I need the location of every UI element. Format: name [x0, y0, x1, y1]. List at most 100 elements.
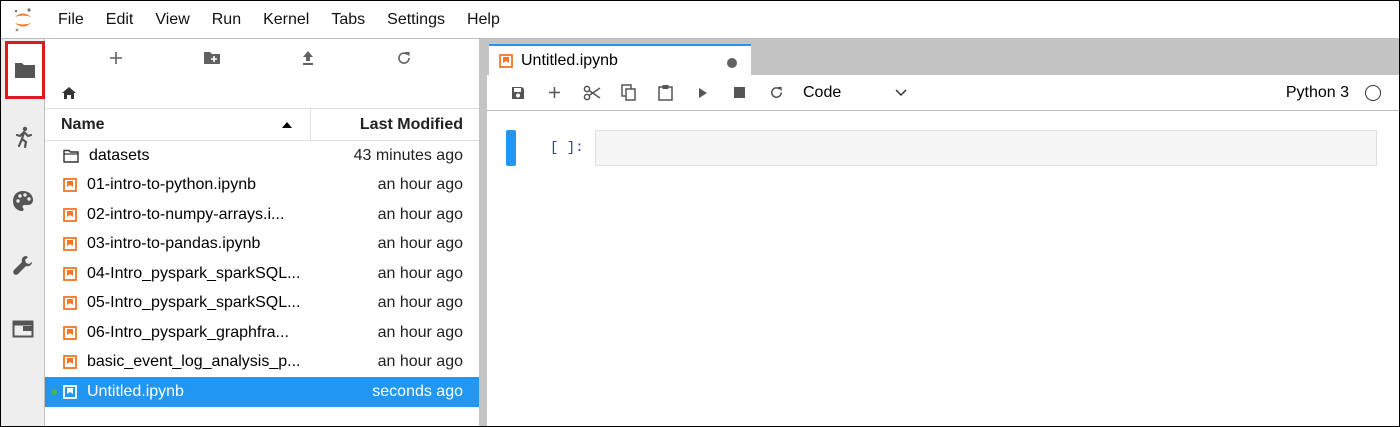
file-name-cell: 06-Intro_pyspark_graphfra... [45, 324, 311, 342]
file-name: 06-Intro_pyspark_graphfra... [87, 323, 289, 341]
menu-view[interactable]: View [144, 1, 200, 39]
file-browser-panel: Name Last Modified datasets 43 minutes ag… [45, 39, 479, 426]
paste-button[interactable] [647, 75, 684, 111]
file-modified: an hour ago [377, 235, 463, 253]
file-name: 02-intro-to-numpy-arrays.i... [87, 205, 285, 223]
save-button[interactable] [499, 75, 536, 111]
file-modified: an hour ago [377, 176, 463, 194]
open-tabs-tab-button[interactable] [1, 301, 45, 357]
restart-kernel-button[interactable] [758, 75, 795, 111]
file-row[interactable]: 05-Intro_pyspark_sparkSQL... an hour ago [45, 289, 479, 319]
running-icon [15, 126, 33, 148]
file-browser-tab-button[interactable] [5, 41, 45, 99]
file-listing-header: Name Last Modified [45, 109, 479, 141]
panel-splitter[interactable] [479, 39, 487, 426]
notebook-icon [63, 237, 77, 252]
file-name-cell: 01-intro-to-python.ipynb [45, 176, 311, 194]
file-name: datasets [89, 146, 150, 164]
notebook-icon [63, 296, 77, 311]
active-cell-indicator[interactable] [506, 130, 516, 166]
file-modified: an hour ago [377, 264, 463, 282]
menu-settings[interactable]: Settings [376, 1, 456, 39]
upload-button[interactable] [260, 39, 356, 77]
name-header-label: Name [61, 115, 105, 133]
file-row[interactable]: 01-intro-to-python.ipynb an hour ago [45, 171, 479, 201]
file-name: 01-intro-to-python.ipynb [87, 176, 256, 194]
menu-run[interactable]: Run [201, 1, 252, 39]
notebook-icon [63, 325, 77, 340]
menu-tabs[interactable]: Tabs [320, 1, 376, 39]
file-name-cell: 04-Intro_pyspark_sparkSQL... [45, 265, 311, 283]
home-icon[interactable] [61, 86, 77, 100]
themes-tab-button[interactable] [1, 173, 45, 229]
kernel-idle-status-icon [1365, 85, 1381, 101]
play-icon [698, 87, 707, 98]
file-name-cell: datasets [45, 147, 311, 165]
notebook-icon [63, 384, 77, 399]
file-row[interactable]: datasets 43 minutes ago [45, 141, 479, 171]
copy-icon [621, 84, 636, 101]
file-name: 04-Intro_pyspark_sparkSQL... [87, 264, 301, 282]
menu-kernel[interactable]: Kernel [252, 1, 320, 39]
menu-edit[interactable]: Edit [95, 1, 145, 39]
file-name-cell: 03-intro-to-pandas.ipynb [45, 235, 311, 253]
running-sessions-tab-button[interactable] [1, 109, 45, 165]
kernel-name[interactable]: Python 3 [1286, 84, 1349, 102]
scissors-icon [583, 85, 600, 100]
unsaved-changes-indicator[interactable] [727, 58, 737, 68]
run-cell-button[interactable] [684, 75, 721, 111]
file-name-cell: Untitled.ipynb [45, 383, 311, 401]
upload-icon [303, 51, 313, 65]
file-modified: an hour ago [377, 353, 463, 371]
file-listing: datasets 43 minutes ago 01-intro-to-python… [45, 141, 479, 407]
menu-file[interactable]: File [45, 1, 95, 39]
file-row[interactable]: Untitled.ipynb seconds ago [45, 377, 479, 407]
commands-tab-button[interactable] [1, 237, 45, 293]
file-name: Untitled.ipynb [87, 382, 184, 400]
name-column-header[interactable]: Name [45, 109, 311, 140]
tab-title: Untitled.ipynb [521, 52, 618, 69]
plus-icon [110, 52, 122, 64]
wrench-icon [13, 256, 32, 275]
breadcrumb [45, 77, 479, 109]
folder-icon [15, 63, 35, 78]
new-launcher-button[interactable] [68, 39, 164, 77]
cell-input-prompt: [ ]: [550, 140, 584, 156]
file-modified: an hour ago [377, 205, 463, 223]
file-name-cell: 05-Intro_pyspark_sparkSQL... [45, 294, 311, 312]
copy-button[interactable] [610, 75, 647, 111]
insert-cell-button[interactable] [536, 75, 573, 111]
cell-type-dropdown[interactable]: Code [803, 84, 907, 102]
running-indicator [51, 389, 57, 395]
interrupt-kernel-button[interactable] [721, 75, 758, 111]
sort-ascending-icon [282, 121, 292, 128]
cut-button[interactable] [573, 75, 610, 111]
cell-input-editor[interactable] [595, 130, 1377, 166]
file-row[interactable]: 04-Intro_pyspark_sparkSQL... an hour ago [45, 259, 479, 289]
code-cell[interactable]: [ ]: [506, 130, 1378, 166]
jupyterlab-window: File Edit View Run Kernel Tabs Settings … [0, 0, 1400, 427]
stop-icon [734, 87, 745, 98]
file-name: basic_event_log_analysis_p... [87, 353, 301, 371]
notebook-icon [63, 266, 77, 281]
menu-help[interactable]: Help [456, 1, 511, 39]
file-row[interactable]: 03-intro-to-pandas.ipynb an hour ago [45, 230, 479, 260]
menu-bar: File Edit View Run Kernel Tabs Settings … [1, 1, 1399, 39]
refresh-icon [771, 86, 782, 98]
new-folder-icon [204, 52, 220, 64]
notebook-icon [499, 54, 513, 68]
file-row[interactable]: 06-Intro_pyspark_graphfra... an hour ago [45, 318, 479, 348]
file-name: 03-intro-to-pandas.ipynb [87, 235, 261, 253]
new-folder-button[interactable] [164, 39, 260, 77]
tab-untitled-notebook[interactable]: Untitled.ipynb [489, 44, 751, 76]
file-row[interactable]: 02-intro-to-numpy-arrays.i... an hour ago [45, 200, 479, 230]
chevron-down-icon [895, 88, 907, 96]
last-modified-header-label: Last Modified [359, 115, 463, 133]
file-row[interactable]: basic_event_log_analysis_p... an hour ago [45, 348, 479, 378]
file-modified: seconds ago [372, 382, 463, 400]
file-name: 05-Intro_pyspark_sparkSQL... [87, 294, 301, 312]
file-modified: 43 minutes ago [353, 146, 463, 164]
notebook-toolbar: Code Python 3 [487, 75, 1399, 111]
last-modified-column-header[interactable]: Last Modified [311, 109, 479, 140]
refresh-button[interactable] [356, 39, 452, 77]
